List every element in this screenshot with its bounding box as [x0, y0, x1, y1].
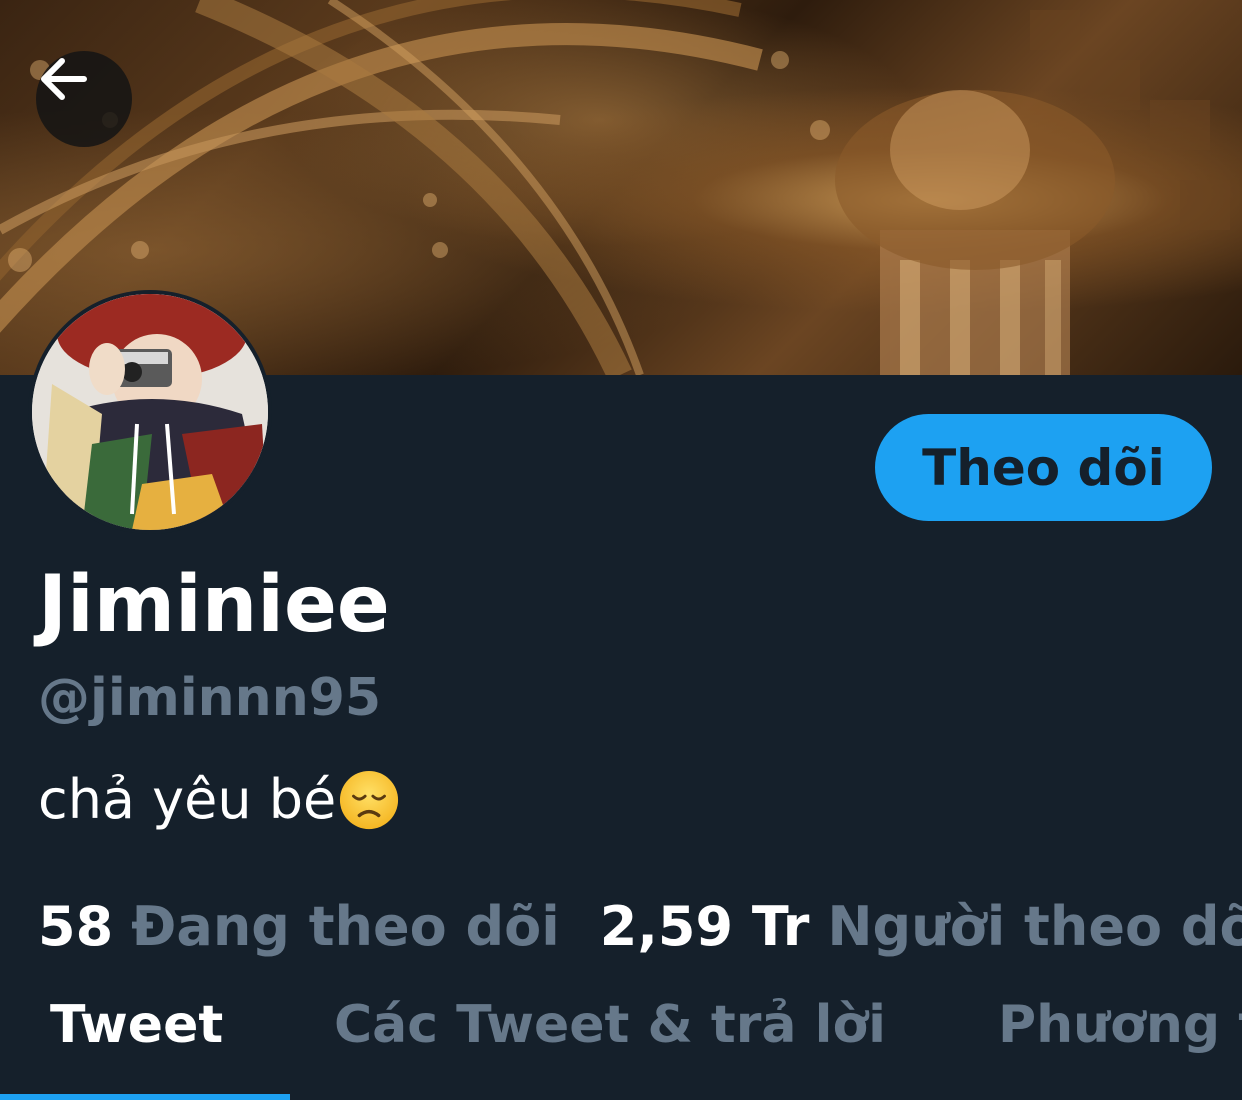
arrow-left-icon	[41, 58, 87, 100]
bio-text: chả yêu bé	[38, 768, 337, 831]
following-count: 58	[38, 895, 114, 958]
user-handle: @jiminnn95	[38, 668, 382, 728]
tab-tweets-and-replies[interactable]: Các Tweet & trả lời	[334, 995, 886, 1055]
followers-label: Người theo dõi	[827, 895, 1242, 958]
follow-button[interactable]: Theo dõi	[875, 414, 1212, 521]
tab-media[interactable]: Phương tiện	[998, 995, 1242, 1055]
active-tab-indicator	[0, 1094, 290, 1100]
avatar-image	[32, 294, 268, 530]
profile-stats: 58 Đang theo dõi 2,59 Tr Người theo dõi	[38, 895, 1242, 958]
followers-stat[interactable]: 2,59 Tr Người theo dõi	[600, 895, 1242, 958]
followers-count: 2,59 Tr	[599, 895, 810, 958]
following-label: Đang theo dõi	[131, 895, 560, 958]
following-stat[interactable]: 58 Đang theo dõi	[38, 895, 560, 958]
profile-bio: chả yêu bé	[38, 768, 400, 831]
avatar[interactable]	[28, 290, 272, 534]
back-button[interactable]	[36, 51, 132, 147]
tab-tweets[interactable]: Tweet	[50, 995, 223, 1055]
disappointed-face-emoji-icon	[340, 770, 399, 829]
profile-tabs: Tweet Các Tweet & trả lời Phương tiện	[0, 995, 1242, 1075]
display-name: Jiminiee	[38, 560, 390, 650]
profile-page: Theo dõi Jiminiee @jiminnn95 chả yêu bé …	[0, 0, 1242, 1100]
